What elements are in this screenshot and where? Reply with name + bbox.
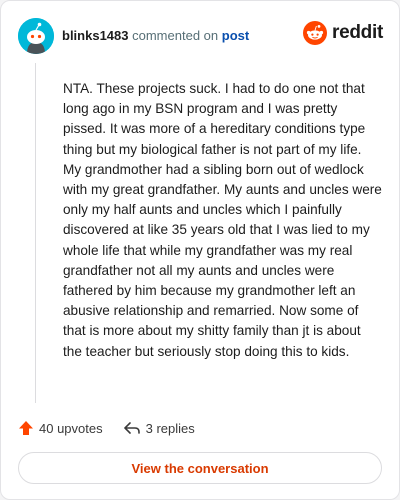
username[interactable]: blinks1483 bbox=[62, 28, 129, 43]
reply-count: 3 replies bbox=[145, 420, 195, 436]
comment-header: blinks1483 commented on post bbox=[18, 18, 249, 54]
upvote-count: 40 upvotes bbox=[39, 420, 103, 436]
upvote-button[interactable]: 40 upvotes bbox=[18, 420, 103, 436]
view-conversation-button[interactable]: View the conversation bbox=[18, 452, 382, 484]
comment-actions: 40 upvotes 3 replies bbox=[18, 417, 195, 439]
upvote-arrow-icon bbox=[19, 421, 33, 435]
avatar[interactable] bbox=[18, 18, 54, 54]
reply-arrow-icon bbox=[123, 422, 140, 434]
brand-wordmark: reddit bbox=[332, 22, 383, 43]
snoo-avatar-icon bbox=[18, 18, 54, 54]
reddit-logo-icon bbox=[303, 21, 328, 45]
comment-meta: blinks1483 commented on post bbox=[62, 28, 249, 44]
comment-card: blinks1483 commented on post reddit NTA.… bbox=[0, 0, 400, 500]
replies-button[interactable]: 3 replies bbox=[123, 420, 195, 436]
comment-body: NTA. These projects suck. I had to do on… bbox=[63, 81, 382, 359]
comment-action-text: commented on bbox=[132, 28, 219, 43]
reddit-brand[interactable]: reddit bbox=[303, 21, 383, 45]
post-link[interactable]: post bbox=[222, 28, 249, 43]
thread-line[interactable] bbox=[35, 63, 36, 403]
